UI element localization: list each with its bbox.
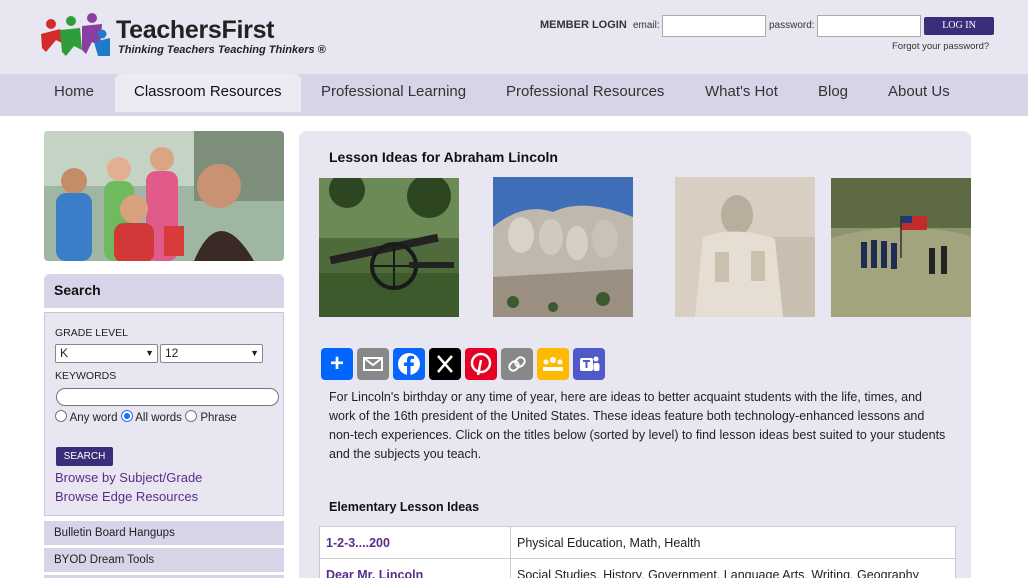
lincoln-memorial-photo <box>675 177 815 317</box>
nav-professional-learning[interactable]: Professional Learning <box>302 74 485 112</box>
intro-paragraph: For Lincoln's birthday or any time of ye… <box>329 390 946 461</box>
nav-blog[interactable]: Blog <box>799 74 867 112</box>
match-mode-radios: Any word All words Phrase <box>55 410 237 424</box>
teams-icon[interactable] <box>573 348 605 380</box>
search-heading: Search <box>44 274 284 308</box>
copy-link-icon[interactable] <box>501 348 533 380</box>
radio-all-words-label: All words <box>135 412 182 424</box>
browse-subject-grade-link[interactable]: Browse by Subject/Grade <box>55 470 202 485</box>
teachersfirst-logo[interactable]: TeachersFirst Thinking Teachers Teaching… <box>38 12 326 62</box>
lesson-title-link[interactable]: 1-2-3....200 <box>319 526 511 559</box>
radio-any-word-label: Any word <box>69 412 118 424</box>
grade-from-select[interactable]: K ▼ <box>55 344 158 363</box>
browse-edge-resources-link[interactable]: Browse Edge Resources <box>55 489 198 504</box>
grade-to-select[interactable]: 12 ▼ <box>160 344 263 363</box>
grade-from-value: K <box>60 346 69 360</box>
password-label: password: <box>769 20 815 31</box>
grade-to-value: 12 <box>165 346 179 360</box>
chevron-down-icon: ▼ <box>250 348 259 358</box>
table-row: Dear Mr. Lincoln Social Studies, History… <box>319 558 956 578</box>
site-header: TeachersFirst Thinking Teachers Teaching… <box>0 0 1028 74</box>
sidebar-item-byod[interactable]: BYOD Dream Tools <box>44 548 284 572</box>
logo-name: TeachersFirst <box>116 16 275 44</box>
google-classroom-icon[interactable] <box>537 348 569 380</box>
radio-any-word[interactable] <box>55 410 67 422</box>
x-icon[interactable] <box>429 348 461 380</box>
lesson-subjects: Physical Education, Math, Health <box>510 526 956 559</box>
lesson-table: 1-2-3....200 Physical Education, Math, H… <box>319 526 956 578</box>
password-field[interactable] <box>817 15 921 37</box>
keywords-input[interactable] <box>56 388 279 406</box>
share-plus-icon[interactable]: + <box>321 348 353 380</box>
keywords-label: KEYWORDS <box>55 370 117 382</box>
chevron-down-icon: ▼ <box>145 348 154 358</box>
table-row: 1-2-3....200 Physical Education, Math, H… <box>319 526 956 559</box>
radio-phrase[interactable] <box>185 410 198 422</box>
lesson-title-link[interactable]: Dear Mr. Lincoln <box>319 558 511 578</box>
nav-about-us[interactable]: About Us <box>869 74 969 112</box>
pinterest-icon[interactable] <box>465 348 497 380</box>
sidebar-item-bulletin-board[interactable]: Bulletin Board Hangups <box>44 521 284 545</box>
students-hero-image <box>44 131 284 261</box>
nav-home[interactable]: Home <box>35 74 113 112</box>
logo-tagline: Thinking Teachers Teaching Thinkers ® <box>118 44 326 56</box>
search-button[interactable]: SEARCH <box>56 447 113 466</box>
grade-level-label: GRADE LEVEL <box>55 327 128 339</box>
nav-classroom-resources[interactable]: Classroom Resources <box>115 74 301 112</box>
mount-rushmore-photo <box>493 177 633 317</box>
email-field[interactable] <box>662 15 766 37</box>
login-button[interactable]: LOG IN <box>924 17 994 35</box>
email-icon[interactable] <box>357 348 389 380</box>
page-title: Lesson Ideas for Abraham Lincoln <box>329 149 558 165</box>
facebook-icon[interactable] <box>393 348 425 380</box>
nav-whats-hot[interactable]: What's Hot <box>686 74 797 112</box>
search-panel: GRADE LEVEL K ▼ 12 ▼ KEYWORDS Any word A… <box>44 312 284 516</box>
main-nav: Home Classroom Resources Professional Le… <box>0 74 1028 116</box>
member-login: MEMBER LOGIN email: password: LOG IN For… <box>540 15 1000 55</box>
radio-all-words[interactable] <box>120 410 133 422</box>
elementary-section-title: Elementary Lesson Ideas <box>329 500 480 514</box>
email-label: email: <box>633 20 660 31</box>
civil-war-reenactment-photo <box>831 178 971 317</box>
cannon-photo <box>319 178 459 317</box>
nav-professional-resources[interactable]: Professional Resources <box>487 74 683 112</box>
puzzle-people-icon <box>41 13 110 56</box>
forgot-password-link[interactable]: Forgot your password? <box>892 41 989 52</box>
lesson-subjects: Social Studies, History, Government, Lan… <box>510 558 956 578</box>
member-login-title: MEMBER LOGIN <box>540 19 627 31</box>
radio-phrase-label: Phrase <box>200 412 237 424</box>
